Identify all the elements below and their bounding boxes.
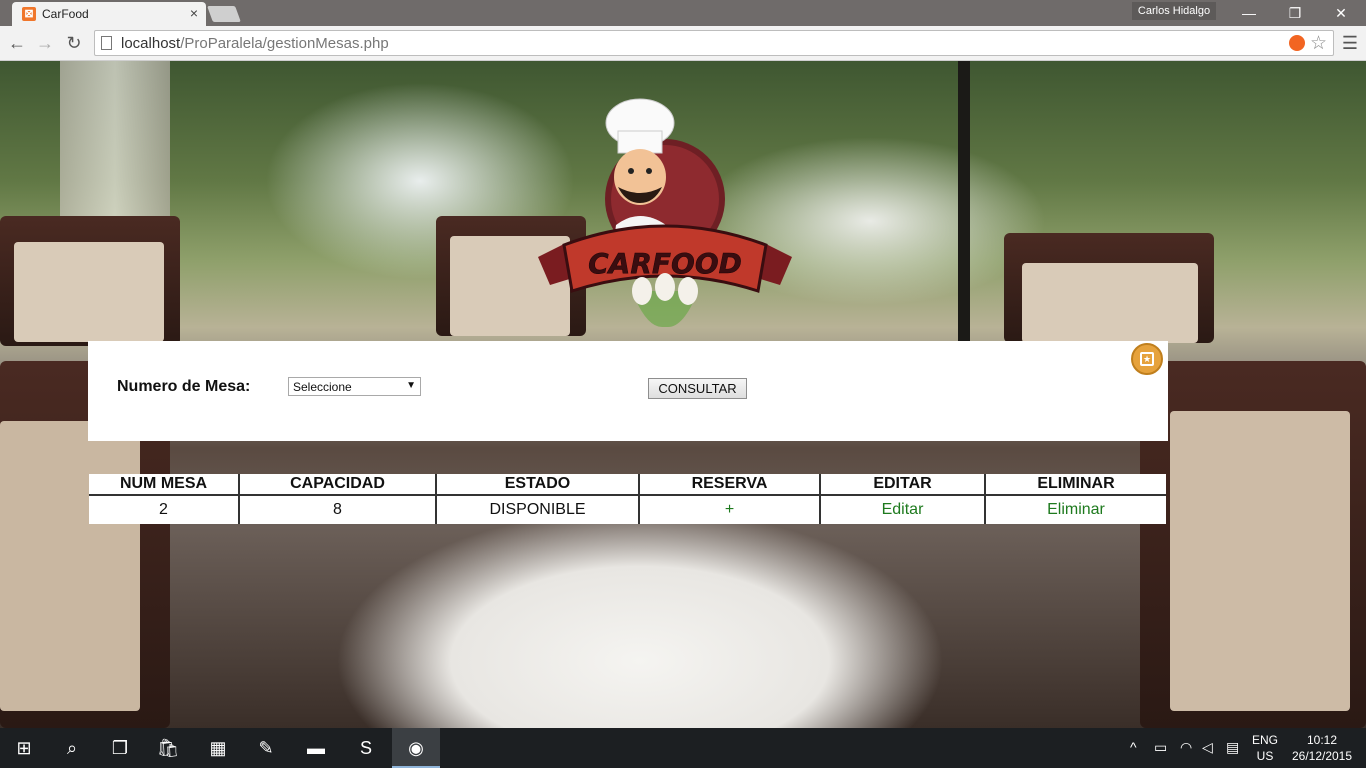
numero-mesa-select[interactable]: Seleccione ▼	[288, 377, 421, 396]
notifications-icon[interactable]: ▤	[1226, 739, 1239, 756]
table-row: 2 8 DISPONIBLE + Editar Eliminar	[89, 495, 1166, 524]
url-host: localhost	[121, 35, 181, 52]
bookmark-star-icon[interactable]: ☆	[1310, 32, 1327, 55]
chair-cushion	[1022, 263, 1198, 343]
background-chair-right	[1004, 233, 1214, 343]
address-bar[interactable]: localhost/ProParalela/gestionMesas.php ☆	[94, 30, 1334, 56]
task-view-icon[interactable]: ❐	[96, 728, 144, 768]
header-editar: EDITAR	[820, 474, 986, 496]
header-capacidad: CAPACIDAD	[239, 474, 437, 496]
eliminar-link[interactable]: Eliminar	[985, 495, 1166, 524]
background-chair-left	[0, 216, 180, 346]
keyboard-layout: US	[1256, 749, 1274, 763]
reload-icon[interactable]: ↻	[63, 32, 85, 54]
flower-vase	[632, 273, 698, 327]
forward-arrow-icon[interactable]: →	[34, 32, 56, 54]
carfood-logo: CARFOOD	[538, 98, 792, 327]
header-num-mesa: NUM MESA	[89, 474, 240, 496]
tray-chevron-icon[interactable]: ^	[1130, 739, 1137, 755]
browser-menu-icon[interactable]: ☰	[1342, 33, 1358, 54]
sublime-text-icon[interactable]: S	[342, 728, 390, 768]
chair-cushion	[1170, 411, 1350, 711]
dropdown-arrow-icon: ▼	[406, 380, 416, 391]
file-explorer-icon[interactable]: ▬	[292, 728, 340, 768]
browser-titlebar: ⊠ CarFood × Carlos Hidalgo — ❐ ✕	[0, 0, 1366, 26]
control-panel-icon[interactable]: ▦	[194, 728, 242, 768]
select-value: Seleccione	[293, 380, 352, 394]
cell-capacidad: 8	[239, 495, 437, 524]
language-indicator[interactable]: ENG US	[1252, 732, 1278, 768]
background-chair-front-right	[1140, 361, 1366, 728]
windows-start-icon[interactable]: ⊞	[0, 728, 48, 768]
numero-mesa-label: Numero de Mesa:	[117, 378, 251, 395]
browser-toolbar: ← → ↻ localhost/ProParalela/gestionMesas…	[0, 26, 1366, 61]
chair-cushion	[0, 421, 140, 711]
cell-estado: DISPONIBLE	[436, 495, 640, 524]
chair-cushion	[14, 242, 164, 342]
search-icon[interactable]: ⌕	[48, 728, 96, 768]
clock[interactable]: 10:12 26/12/2015	[1286, 732, 1358, 768]
extension-icon[interactable]	[1289, 35, 1305, 51]
url-path: /ProParalela/gestionMesas.php	[180, 35, 389, 52]
tab-close-icon[interactable]: ×	[190, 5, 198, 21]
clock-time: 10:12	[1306, 733, 1338, 747]
mesas-table: NUM MESA CAPACIDAD ESTADO RESERVA EDITAR…	[89, 474, 1166, 524]
star-box-icon: ★	[1140, 352, 1154, 366]
xampp-favicon-icon: ⊠	[22, 7, 36, 21]
page-icon	[101, 36, 112, 50]
language-code: ENG	[1252, 733, 1279, 747]
header-reserva: RESERVA	[639, 474, 821, 496]
favorite-button[interactable]: ★	[1131, 343, 1163, 375]
restore-button[interactable]: ❐	[1280, 3, 1310, 23]
battery-icon[interactable]: ▭	[1154, 739, 1167, 756]
reserva-link[interactable]: +	[639, 495, 821, 524]
new-tab-button[interactable]	[207, 6, 241, 22]
profile-name[interactable]: Carlos Hidalgo	[1132, 2, 1216, 20]
editar-link[interactable]: Editar	[820, 495, 986, 524]
url-text[interactable]: localhost/ProParalela/gestionMesas.php	[121, 35, 389, 52]
paint-icon[interactable]: ✎	[242, 728, 290, 768]
clock-date: 26/12/2015	[1291, 749, 1353, 763]
header-estado: ESTADO	[436, 474, 640, 496]
chrome-taskbar-icon[interactable]: ◉	[392, 728, 440, 768]
consulta-form-panel: Numero de Mesa: Seleccione ▼ CONSULTAR ★	[88, 341, 1168, 441]
close-window-button[interactable]: ✕	[1326, 3, 1356, 23]
windows-taskbar: ⊞ ⌕ ❐ 🛍 ▦ ✎ ▬ S ◉ ^ ▭ ◠ ◁ ▤ ENG US 10:12…	[0, 728, 1366, 768]
minimize-button[interactable]: —	[1234, 3, 1264, 23]
browser-tab[interactable]: ⊠ CarFood ×	[12, 2, 206, 26]
volume-icon[interactable]: ◁	[1202, 739, 1213, 756]
back-arrow-icon[interactable]: ←	[6, 32, 28, 54]
wifi-icon[interactable]: ◠	[1180, 739, 1192, 756]
page-viewport: CARFOOD Numero de Mesa: Seleccione ▼ CON…	[0, 61, 1366, 728]
tab-title: CarFood	[42, 7, 89, 21]
consultar-button[interactable]: CONSULTAR	[648, 378, 747, 399]
header-eliminar: ELIMINAR	[985, 474, 1166, 496]
cell-num-mesa: 2	[89, 495, 240, 524]
table-header-row: NUM MESA CAPACIDAD ESTADO RESERVA EDITAR…	[89, 474, 1166, 496]
store-icon[interactable]: 🛍	[144, 728, 192, 768]
